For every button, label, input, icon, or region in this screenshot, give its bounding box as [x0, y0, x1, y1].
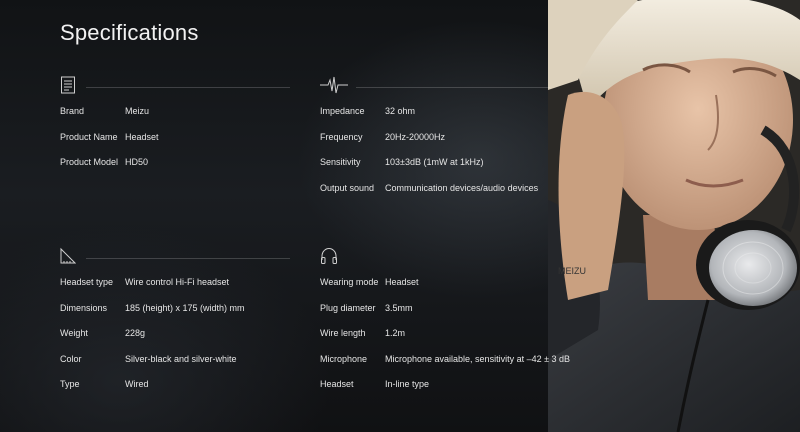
- spec-value: Headset: [385, 277, 419, 287]
- spec-value: Communication devices/audio devices: [385, 182, 539, 193]
- spec-section-wearing: Wearing mode Headset Plug diameter 3.5mm…: [320, 247, 570, 405]
- section-header: [320, 247, 550, 273]
- section-divider: [86, 87, 290, 88]
- spec-value: In-line type: [385, 379, 430, 389]
- product-photo: MEIZU: [548, 0, 800, 432]
- spec-row: Product Model HD50: [60, 157, 290, 183]
- page-title: Specifications: [60, 20, 199, 45]
- spec-label: Headset: [320, 379, 354, 389]
- spec-label: Wire length: [320, 328, 366, 338]
- spec-label: Headset type: [60, 277, 114, 287]
- spec-row: Impedance 32 ohm: [320, 106, 550, 132]
- spec-value: 185 (height) x 175 (width) mm: [125, 302, 245, 313]
- spec-section-audio: Impedance 32 ohm Frequency 20Hz-20000Hz …: [320, 76, 550, 208]
- spec-value: 1.2m: [385, 328, 406, 338]
- spec-row: Output sound Communication devices/audio…: [320, 183, 550, 209]
- spec-value: Silver-black and silver-white: [125, 353, 237, 364]
- spec-label: Brand: [60, 106, 85, 116]
- spec-label: Dimensions: [60, 302, 108, 313]
- headphones-icon: [321, 247, 337, 264]
- spec-label: Product Name: [60, 131, 118, 142]
- document-icon: [61, 76, 75, 94]
- spec-row: Microphone Microphone available, sensiti…: [320, 353, 570, 380]
- spec-label: Product Model: [60, 157, 119, 167]
- spec-row: Wire length 1.2m: [320, 328, 550, 354]
- spec-label: Output sound: [320, 182, 375, 193]
- section-divider: [356, 87, 550, 88]
- spec-row: Headset type Wire control Hi-Fi headset: [60, 277, 290, 303]
- spec-label: Microphone: [320, 353, 368, 364]
- spec-row: Sensitivity 103±3dB (1mW at 1kHz): [320, 157, 550, 183]
- spec-value: Headset: [125, 131, 159, 142]
- ruler-triangle-icon: [60, 247, 76, 264]
- spec-value: 228g: [125, 328, 146, 338]
- spec-row: Weight 228g: [60, 328, 290, 354]
- spec-row: Product Name Headset: [60, 132, 290, 158]
- waveform-icon: [320, 76, 348, 94]
- spec-label: Type: [60, 379, 80, 389]
- spec-row: Plug diameter 3.5mm: [320, 303, 550, 329]
- spec-value: Meizu: [125, 106, 150, 116]
- spec-section-physical: Headset type Wire control Hi-Fi headset …: [60, 247, 290, 405]
- spec-label: Frequency: [320, 131, 363, 142]
- section-header: [60, 76, 290, 102]
- spec-section-basic: Brand Meizu Product Name Headset Product…: [60, 76, 290, 183]
- spec-value: 32 ohm: [385, 106, 416, 116]
- headphone-brand-text: MEIZU: [558, 266, 586, 276]
- spec-value: HD50: [125, 157, 149, 167]
- spec-value: Microphone available, sensitivity at –42…: [385, 353, 571, 364]
- spec-row: Frequency 20Hz-20000Hz: [320, 132, 550, 158]
- section-header: [60, 247, 290, 273]
- spec-label: Plug diameter: [320, 302, 376, 313]
- spec-label: Sensitivity: [320, 157, 361, 167]
- spec-row: Color Silver-black and silver-white: [60, 354, 290, 380]
- section-header: [320, 76, 550, 102]
- spec-row: Brand Meizu: [60, 106, 290, 132]
- spec-row: Headset In-line type: [320, 379, 550, 405]
- spec-value: Wire control Hi-Fi headset: [125, 277, 230, 287]
- spec-value: Wired: [125, 379, 149, 389]
- spec-label: Impedance: [320, 106, 365, 116]
- spec-label: Color: [60, 353, 82, 364]
- spec-label: Wearing mode: [320, 277, 379, 287]
- spec-row: Wearing mode Headset: [320, 277, 550, 303]
- spec-label: Weight: [60, 328, 88, 338]
- spec-value: 103±3dB (1mW at 1kHz): [385, 157, 484, 167]
- spec-value: 3.5mm: [385, 302, 413, 313]
- spec-row: Dimensions 185 (height) x 175 (width) mm: [60, 303, 290, 329]
- section-divider: [86, 258, 290, 259]
- spec-value: 20Hz-20000Hz: [385, 131, 446, 142]
- spec-row: Type Wired: [60, 379, 290, 405]
